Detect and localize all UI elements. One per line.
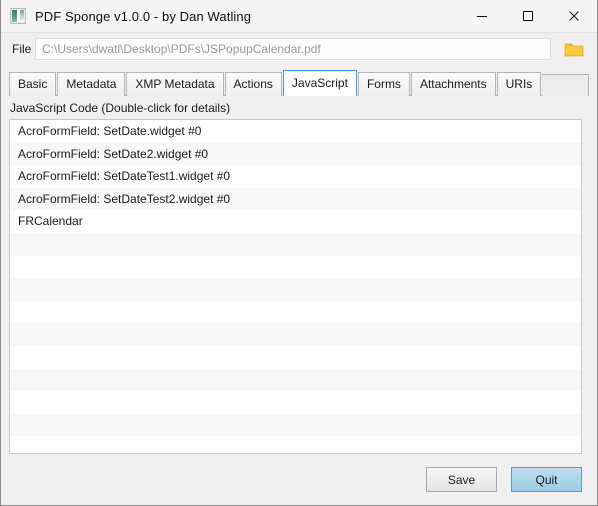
list-item[interactable]: AcroFormField: SetDate.widget #0 [10, 120, 581, 143]
javascript-code-label: JavaScript Code (Double-click for detail… [10, 101, 231, 115]
tab-basic[interactable]: Basic [9, 72, 57, 96]
minimize-icon [477, 16, 487, 17]
window-controls [459, 0, 597, 32]
list-item-empty [10, 323, 581, 346]
minimize-button[interactable] [459, 0, 505, 32]
list-item-empty [10, 232, 581, 256]
tab-bar: Basic Metadata XMP Metadata Actions Java… [9, 69, 589, 96]
app-window-icon [10, 8, 26, 24]
list-item-empty [10, 391, 581, 414]
file-row: File C:\Users\dwatl\Desktop\PDFs\JSPopup… [1, 33, 597, 65]
close-icon [569, 11, 579, 21]
close-button[interactable] [551, 0, 597, 32]
maximize-icon [523, 11, 533, 21]
list-item[interactable]: FRCalendar [10, 210, 581, 233]
tab-xmp-metadata[interactable]: XMP Metadata [126, 72, 224, 96]
folder-icon [564, 43, 584, 56]
list-item-empty [10, 300, 581, 324]
tab-javascript[interactable]: JavaScript [282, 70, 357, 96]
tab-forms[interactable]: Forms [357, 72, 410, 96]
application-window: PDF Sponge v1.0.0 - by Dan Watling File … [0, 0, 598, 506]
quit-button[interactable]: Quit [511, 467, 582, 492]
save-button[interactable]: Save [426, 467, 497, 492]
title-bar: PDF Sponge v1.0.0 - by Dan Watling [1, 0, 597, 33]
window-title: PDF Sponge v1.0.0 - by Dan Watling [35, 8, 252, 24]
browse-file-button[interactable] [559, 37, 589, 61]
maximize-button[interactable] [505, 0, 551, 32]
list-item[interactable]: AcroFormField: SetDateTest1.widget #0 [10, 165, 581, 188]
file-path-input[interactable]: C:\Users\dwatl\Desktop\PDFs\JSPopupCalen… [35, 38, 551, 60]
javascript-code-list[interactable]: AcroFormField: SetDate.widget #0 AcroFor… [9, 119, 582, 454]
tab-actions[interactable]: Actions [224, 72, 282, 96]
file-label: File [12, 42, 32, 56]
list-item-empty [10, 255, 581, 279]
list-item-empty [10, 278, 581, 301]
list-item[interactable]: AcroFormField: SetDate2.widget #0 [10, 142, 581, 166]
tab-attachments[interactable]: Attachments [410, 72, 496, 96]
list-item[interactable]: AcroFormField: SetDateTest2.widget #0 [10, 187, 581, 211]
list-item-empty [10, 368, 581, 392]
tab-uris[interactable]: URIs [496, 72, 542, 96]
list-item-empty [10, 413, 581, 437]
list-item-empty [10, 345, 581, 369]
footer-actions: Save Quit [1, 454, 597, 505]
tab-metadata[interactable]: Metadata [57, 72, 126, 96]
tab-bar-filler [542, 74, 589, 96]
